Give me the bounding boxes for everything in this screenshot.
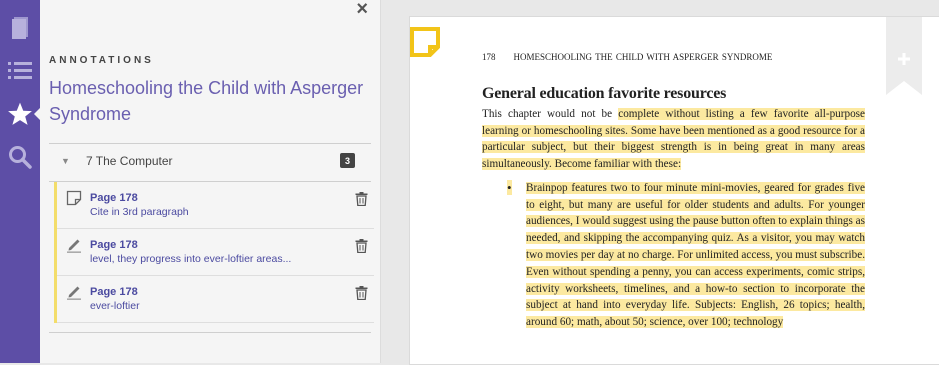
- annotation-count-badge: 3: [340, 153, 355, 168]
- intro-paragraph: This chapter would not be complete witho…: [482, 106, 865, 173]
- running-head: 178 HOMESCHOOLING THE CHILD WITH ASPERGER…: [482, 52, 772, 62]
- running-head-title: HOMESCHOOLING THE CHILD WITH ASPERGER SY…: [513, 52, 773, 62]
- intro-text: This chapter would not be: [482, 108, 619, 120]
- highlighted-text[interactable]: Brainpop features two to four minute min…: [526, 181, 865, 329]
- note-marker-icon[interactable]: [410, 27, 442, 64]
- annotations-panel: × ANNOTATIONS Homeschooling the Child wi…: [40, 0, 381, 363]
- annotation-text: ever-loftier: [90, 300, 140, 312]
- highlighter-icon: [66, 237, 82, 258]
- chapter-group-header[interactable]: ▼ 7 The Computer 3: [49, 145, 371, 181]
- list-icon: [8, 61, 32, 81]
- book-title: Homeschooling the Child with Asperger Sy…: [49, 78, 364, 124]
- annotation-item[interactable]: Page 178 Cite in 3rd paragraph: [57, 182, 374, 229]
- close-icon[interactable]: ×: [356, 0, 368, 19]
- star-icon: [7, 101, 33, 127]
- add-bookmark-button[interactable]: [886, 17, 922, 95]
- divider: [49, 143, 371, 144]
- annotation-item[interactable]: Page 178 level, they progress into ever-…: [57, 229, 374, 276]
- trash-icon[interactable]: [355, 239, 368, 258]
- chevron-down-icon[interactable]: ▼: [61, 156, 70, 166]
- search-button[interactable]: [0, 137, 40, 177]
- list-item: • Brainpop features two to four minute m…: [482, 179, 865, 331]
- panel-heading: ANNOTATIONS: [49, 55, 154, 66]
- bullet-glyph: •: [507, 179, 512, 195]
- annotation-page-link[interactable]: Page 178: [90, 239, 138, 251]
- annotation-text: level, they progress into ever-loftier a…: [90, 253, 292, 265]
- highlighter-icon: [66, 284, 82, 305]
- chapter-label: 7 The Computer: [86, 154, 173, 168]
- annotation-list: Page 178 Cite in 3rd paragraph Page 178 …: [54, 182, 374, 323]
- trash-icon[interactable]: [355, 192, 368, 211]
- nav-rail: [0, 0, 40, 363]
- annotation-page-link[interactable]: Page 178: [90, 286, 138, 298]
- book-icon: [9, 15, 31, 41]
- book-page: 178 HOMESCHOOLING THE CHILD WITH ASPERGER…: [409, 16, 939, 365]
- annotation-text: Cite in 3rd paragraph: [90, 206, 189, 218]
- trash-icon[interactable]: [355, 286, 368, 305]
- contents-button[interactable]: [0, 51, 40, 91]
- annotation-page-link[interactable]: Page 178: [90, 192, 138, 204]
- library-button[interactable]: [0, 8, 40, 48]
- annotation-item[interactable]: Page 178 ever-loftier: [57, 276, 374, 323]
- divider: [49, 332, 371, 333]
- search-icon: [8, 145, 32, 169]
- page-number: 178: [482, 52, 496, 62]
- page-body: General education favorite resources Thi…: [482, 85, 865, 331]
- section-title: General education favorite resources: [482, 85, 727, 102]
- note-icon: [66, 190, 82, 211]
- reader-viewport: 178 HOMESCHOOLING THE CHILD WITH ASPERGER…: [381, 0, 939, 365]
